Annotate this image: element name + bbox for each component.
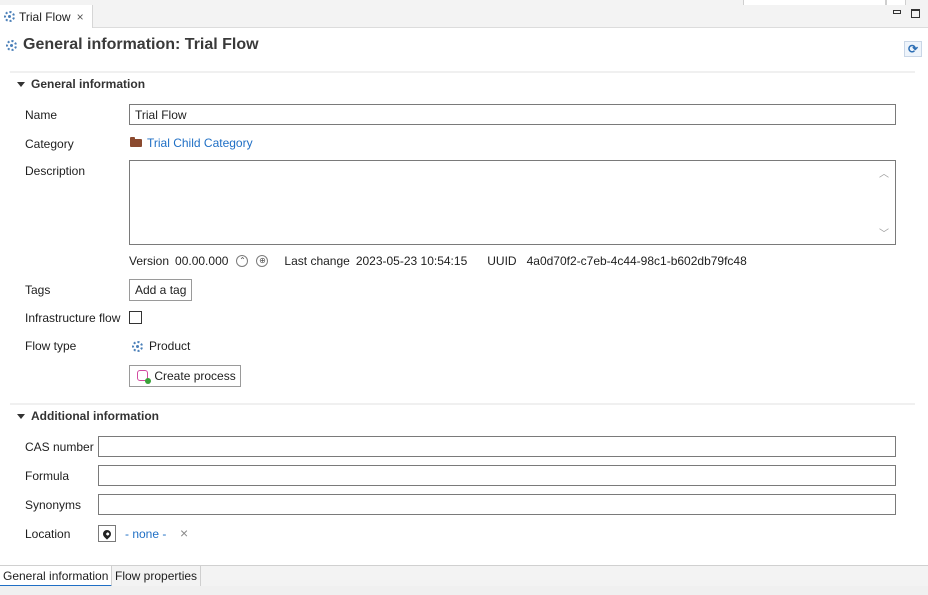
flow-gear-icon	[6, 39, 17, 51]
formula-field[interactable]	[98, 465, 896, 486]
section-general-title: General information	[31, 77, 146, 91]
create-process-button[interactable]: Create process	[129, 365, 241, 387]
refresh-icon: ⟳	[907, 42, 919, 56]
version-lock-icon[interactable]: ⊕	[256, 255, 269, 267]
collapse-triangle-icon	[17, 81, 25, 87]
page-header: General information: Trial Flow	[6, 36, 259, 54]
status-bar	[0, 586, 928, 595]
version-info-row: Version 00.00.000 ⌃ ⊕ Last change 2023-0…	[129, 254, 747, 268]
collapse-triangle-icon	[17, 413, 25, 419]
section-separator	[10, 403, 915, 405]
uuid-label: UUID	[487, 254, 517, 268]
category-label: Category	[25, 137, 74, 151]
last-change-value: 2023-05-23 10:54:15	[355, 254, 468, 268]
tab-general-information[interactable]: General information	[0, 566, 113, 587]
last-change-label: Last change	[284, 254, 350, 268]
synonyms-field[interactable]	[98, 494, 896, 515]
section-additional-header[interactable]: Additional information	[17, 409, 159, 423]
section-additional-title: Additional information	[31, 409, 159, 423]
description-label: Description	[25, 164, 86, 178]
section-general-header[interactable]: General information	[17, 77, 145, 91]
editor-tab-label: Trial Flow	[19, 9, 71, 24]
name-label: Name	[25, 108, 58, 122]
page-title: General information: Trial Flow	[23, 36, 259, 53]
synonyms-label: Synonyms	[25, 498, 82, 512]
formula-label: Formula	[25, 469, 70, 483]
product-flow-icon	[132, 340, 143, 352]
editor-tab-trial-flow[interactable]: Trial Flow ×	[0, 5, 93, 28]
tags-label: Tags	[25, 283, 51, 297]
create-process-icon	[137, 370, 151, 384]
description-textarea[interactable]: ︿ ﹀	[129, 160, 896, 245]
infrastructure-flow-label: Infrastructure flow	[25, 311, 121, 325]
folder-icon	[130, 137, 142, 147]
flow-gear-icon	[4, 11, 15, 22]
name-field[interactable]: Trial Flow	[129, 104, 896, 125]
version-value: 00.00.000	[175, 254, 229, 268]
location-link[interactable]: - none -	[125, 527, 166, 541]
minimize-icon[interactable]	[893, 10, 901, 14]
cas-number-field[interactable]	[98, 436, 896, 457]
refresh-button[interactable]: ⟳	[904, 41, 922, 57]
location-clear-icon[interactable]: ×	[180, 525, 188, 541]
scroll-up-icon[interactable]: ︿	[879, 165, 889, 180]
add-tag-button[interactable]: Add a tag	[129, 279, 193, 301]
tab-flow-properties[interactable]: Flow properties	[112, 566, 202, 587]
uuid-value: 4a0d70f2-c7eb-4c44-98c1-b602db79fc48	[526, 254, 747, 268]
flow-type-value: Product	[132, 339, 190, 353]
version-label: Version	[129, 254, 170, 268]
flow-type-label: Flow type	[25, 339, 77, 353]
create-process-label: Create process	[154, 369, 236, 383]
scroll-down-icon[interactable]: ﹀	[879, 225, 889, 240]
version-up-icon[interactable]: ⌃	[236, 255, 249, 267]
editor-tab-bar: Trial Flow ×	[0, 5, 928, 28]
cas-number-label: CAS number	[25, 440, 94, 454]
category-link-row: Trial Child Category	[130, 136, 253, 150]
editor-page-tabs: General information Flow properties	[0, 565, 928, 587]
flow-type-text: Product	[149, 339, 191, 353]
maximize-icon[interactable]	[911, 9, 920, 18]
close-icon[interactable]: ×	[77, 10, 84, 24]
location-label: Location	[25, 527, 71, 541]
section-separator	[10, 71, 915, 73]
location-pick-button[interactable]	[98, 525, 116, 542]
category-link[interactable]: Trial Child Category	[147, 136, 253, 150]
location-pin-icon	[101, 527, 113, 540]
infrastructure-flow-checkbox[interactable]	[129, 311, 142, 324]
